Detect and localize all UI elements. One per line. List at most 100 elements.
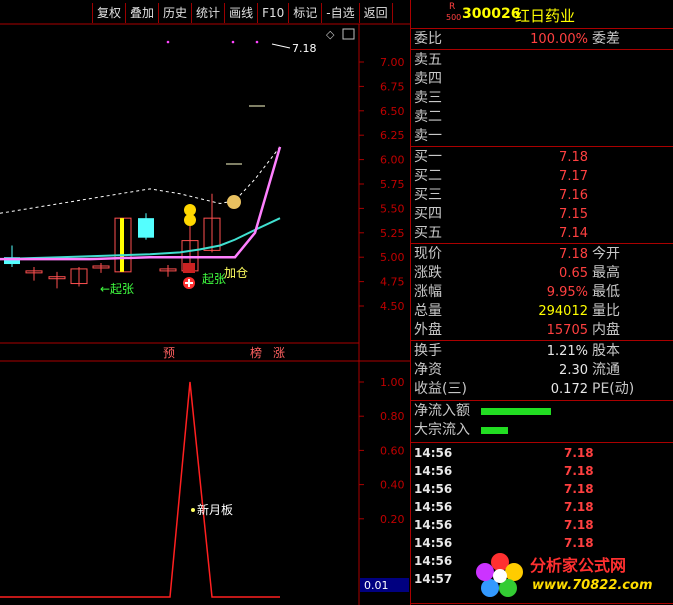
buy-row-2-label: 买二 [414,168,442,184]
coin-icon [184,214,196,226]
buy-row-3-value: 7.16 [559,188,588,203]
price-axis-label: 6.25 [380,129,405,142]
window-toggle-icon[interactable] [342,28,355,40]
buy-row-5-label: 买五 [414,225,442,241]
buy-row-1: 买一 7.18 [411,148,673,167]
ind-axis-label: 0.80 [380,410,405,423]
sell-row-5-label: 卖五 [414,52,442,68]
zhang-marker: 涨 [273,345,285,360]
last-price-arrow [271,43,291,49]
flower-logo-icon [476,553,523,597]
buy-row-1-label: 买一 [414,149,442,165]
stat-row-2: 涨幅 9.95% 最低 [411,283,673,302]
buy-row-4: 买四 7.15 [411,205,673,224]
fund-row-1: 净资 2.30 流通 [411,361,673,380]
tick-price: 7.18 [564,482,594,496]
toolbar-button-1[interactable]: 叠加 [125,3,158,23]
toolbar-button-7[interactable]: -自选 [321,3,358,23]
toolbar-button-2[interactable]: 历史 [158,3,191,23]
stat-row-1: 涨跌 0.65 最高 [411,264,673,283]
buy-row-2-value: 7.17 [559,169,588,184]
ind-axis-label: 0.40 [380,479,405,492]
sell-row-4-label: 卖四 [414,71,442,87]
stat-row-2-label2: 最低 [592,284,620,300]
toolbar-button-0[interactable]: 复权 [92,3,125,23]
price-axis-label: 6.75 [380,80,405,93]
flow-label: 大宗流入 [414,422,470,438]
flow-row-1: 大宗流入 [411,421,673,440]
fund-row-1-value: 2.30 [559,363,588,378]
site-watermark-logo: 分析家公式网 www.70822.com [470,548,670,600]
stat-row-4-label: 外盘 [414,322,442,338]
toolbar-button-3[interactable]: 统计 [191,3,224,23]
kline-chart-area[interactable]: ◇ 7.00 6.75 6.50 6.25 6.00 5.75 5.50 5.25 5.00 4.… [0,0,410,605]
fund-row-2-label: 收益(三) [414,381,467,397]
flow-bar [481,427,508,434]
toolbar-button-4[interactable]: 画线 [224,3,257,23]
stat-row-2-label: 涨幅 [414,284,442,300]
stat-row-0-label2: 今开 [592,246,620,262]
stat-row-1-label2: 最高 [592,265,620,281]
toolbar-button-8[interactable]: 返回 [358,3,393,23]
ind-current-label: 0.01 [364,579,389,592]
quote-panel: R 500 300026 红日药业 委比 100.00% 委差 卖五 卖四 卖三 卖二… [410,0,673,605]
fund-row-2-label2: PE(动) [592,381,635,397]
price-axis-label: 5.50 [380,202,405,215]
house-icon [183,263,195,273]
fund-row-0-label2: 股本 [592,343,620,359]
fund-row-0-label: 换手 [414,343,442,359]
stat-row-0-value: 7.18 [559,247,588,262]
diamond-icon[interactable]: ◇ [326,28,335,41]
fund-row-2: 收益(三) 0.172 PE(动) [411,380,673,399]
sell-row-3-label: 卖三 [414,90,442,106]
money-bag-icon [227,195,241,209]
kline-chart[interactable]: ◇ 7.00 6.75 6.50 6.25 6.00 5.75 5.50 5.25 5.00 4.… [0,0,410,605]
ind-axis-label: 0.20 [380,513,405,526]
qizhang-annotation: ←起张 [100,282,134,296]
fund-row-1-label: 净资 [414,362,442,378]
signal-dot [255,40,259,44]
stat-row-4-label2: 内盘 [592,322,620,338]
stock-code[interactable]: 300026 [462,6,520,22]
toolbar-button-6[interactable]: 标记 [288,3,321,23]
stock-header: R 500 300026 红日药业 [411,0,673,28]
tick-time: 14:56 [414,536,453,550]
signal-dot [166,40,170,44]
tick-price: 7.18 [564,446,594,460]
stat-row-3-label2: 量比 [592,303,620,319]
buy-row-5: 买五 7.14 [411,224,673,243]
stock-name[interactable]: 红日药业 [515,5,575,26]
stat-row-3-label: 总量 [414,303,442,319]
buy-row-4-value: 7.15 [559,207,588,222]
signal-bar [120,218,124,272]
stat-row-0: 现价 7.18 今开 [411,245,673,264]
price-axis-label: 5.75 [380,178,405,191]
stat-row-3: 总量 294012 量比 [411,302,673,321]
flow-label: 净流入额 [414,403,470,419]
fund-row-2-value: 0.172 [550,382,588,397]
tick-price: 7.18 [564,500,594,514]
badge-r: R [449,2,456,12]
yu-marker: 预 [163,346,175,360]
stat-row-4-value: 15705 [546,323,588,338]
stat-row-1-value: 0.65 [559,266,588,281]
chart-toolbar: 复权 叠加 历史 统计 画线 F10 标记 -自选 返回 [92,3,393,23]
toolbar-button-5[interactable]: F10 [257,3,288,23]
tick-row: 14:56 7.18 [411,516,673,534]
tick-time: 14:56 [414,500,453,514]
xinyueban-dot [191,508,195,512]
price-axis-label: 7.00 [380,56,405,69]
buy-row-3-label: 买三 [414,187,442,203]
stat-row-1-label: 涨跌 [414,265,442,281]
xinyueban-label: 新月板 [197,502,233,517]
price-axis-label: 5.25 [380,227,405,240]
price-axis-label: 4.50 [380,300,405,313]
candle-body [138,218,154,238]
last-price-label: 7.18 [292,42,317,55]
stat-row-0-label: 现价 [414,246,442,262]
jiacang-annotation: 加仓 [224,266,248,280]
indicator-line [0,381,280,598]
qizhang-annotation-2: 起张 [202,272,226,286]
tick-time: 14:56 [414,482,453,496]
tick-time: 14:56 [414,464,453,478]
